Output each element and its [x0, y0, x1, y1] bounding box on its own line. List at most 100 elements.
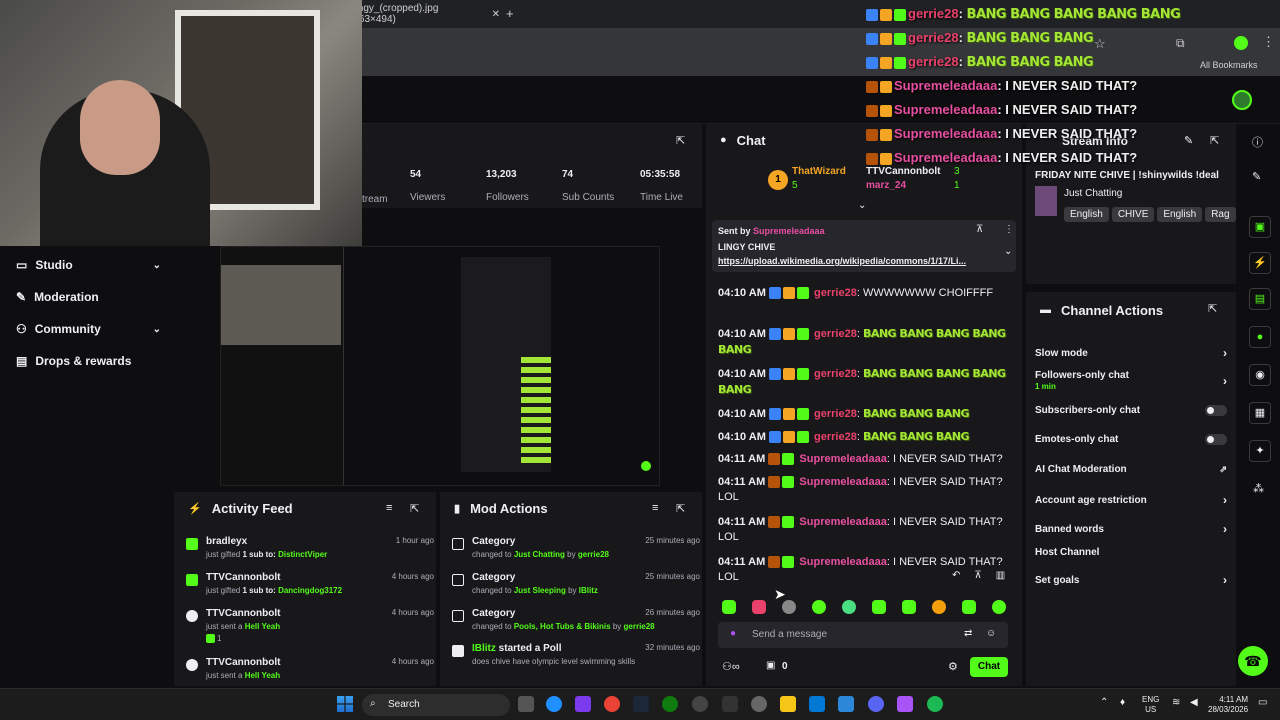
volume-icon[interactable]: ◀ [1190, 697, 1198, 708]
layout-icon[interactable]: ▦ [1249, 402, 1271, 424]
leader-name[interactable]: ThatWizard [792, 166, 846, 177]
wifi-icon[interactable]: ≋ [1172, 697, 1180, 708]
emote-icon[interactable] [752, 600, 766, 614]
banned-words-row[interactable]: Banned words › [1035, 522, 1227, 536]
mic-icon[interactable]: ● [730, 628, 736, 639]
subscribers-only-toggle[interactable] [1205, 405, 1227, 416]
tag[interactable]: CHIVE [1111, 207, 1155, 222]
xbox-icon[interactable] [662, 696, 678, 712]
edit-icon[interactable]: ✎ [1252, 170, 1261, 183]
taskbar-search[interactable]: ⌕ Search [362, 694, 510, 716]
pin-icon[interactable]: ⊼ [974, 570, 981, 581]
expand-icon[interactable]: ⇱ [410, 502, 419, 515]
chat-send-button[interactable]: Chat [970, 657, 1008, 677]
emote-icon[interactable] [872, 600, 886, 614]
edge-icon[interactable] [546, 696, 562, 712]
discord-icon[interactable] [868, 696, 884, 712]
reply-icon[interactable]: ↶ [952, 570, 960, 581]
set-goals-row[interactable]: Set goals › [1035, 573, 1227, 587]
emote-icon[interactable] [962, 600, 976, 614]
users-icon[interactable]: ⚇∞ [722, 660, 740, 673]
app-icon[interactable] [838, 696, 854, 712]
mod-target[interactable]: Pools, Hot Tubs & Bikinis [514, 622, 611, 631]
tag[interactable]: English [1157, 207, 1203, 222]
emote-icon[interactable] [932, 600, 946, 614]
filter-icon[interactable]: ≡ [652, 502, 658, 514]
store-icon[interactable] [809, 696, 825, 712]
spotify-icon[interactable] [927, 696, 943, 712]
lightning-icon[interactable]: ⚡ [1249, 252, 1271, 274]
stream-preview[interactable] [220, 246, 660, 486]
mod-target[interactable]: Just Sleeping [514, 586, 566, 595]
emoji-icon[interactable]: ☺ [986, 628, 996, 639]
expand-icon[interactable]: ⇱ [676, 134, 685, 147]
chrome-icon[interactable] [604, 696, 620, 712]
msg-user[interactable]: gerrie28 [814, 287, 857, 299]
broadcast-icon[interactable]: ◉ [1249, 364, 1271, 386]
emote-icon[interactable] [812, 600, 826, 614]
stream-category[interactable]: Just Chatting [1064, 188, 1122, 199]
emote-icon[interactable] [842, 600, 856, 614]
pinned-link[interactable]: https://upload.wikimedia.org/wikipedia/c… [718, 256, 966, 266]
avatar[interactable] [1232, 90, 1252, 110]
settings-icon[interactable]: ⚙ [948, 660, 958, 673]
delete-icon[interactable]: ▥ [996, 570, 1005, 581]
emote-icon[interactable] [722, 600, 736, 614]
windows-start-icon[interactable] [337, 696, 353, 712]
new-tab-icon[interactable]: + [506, 6, 514, 21]
feed-target[interactable]: Dancingdog3172 [278, 586, 342, 595]
expand-icon[interactable]: ⇱ [676, 502, 685, 515]
menu-icon[interactable]: ⋮ [1262, 34, 1275, 50]
clipboard-icon[interactable]: ▤ [1249, 288, 1271, 310]
frame-icon[interactable]: ▣ [1249, 216, 1271, 238]
msg-user[interactable]: gerrie28 [814, 408, 857, 420]
expand-icon[interactable]: ⇱ [1208, 302, 1217, 315]
host-channel-row[interactable]: Host Channel [1035, 547, 1227, 558]
folder-icon[interactable] [780, 696, 796, 712]
msg-user[interactable]: Supremeleadaaa [799, 453, 886, 465]
chevron-down-icon[interactable]: ⌄ [1004, 246, 1012, 257]
sidebar-item-drops[interactable]: ▤ Drops & rewards [16, 354, 161, 368]
sidebar-item-moderation[interactable]: ✎ Moderation [16, 290, 161, 304]
sidebar-item-studio[interactable]: ▭ Studio ⌄ [16, 258, 161, 272]
msg-user[interactable]: Supremeleadaaa [799, 516, 886, 528]
mod-user[interactable]: IBlitz [579, 586, 598, 595]
language-indicator[interactable]: ENG US [1142, 695, 1159, 715]
tag[interactable]: English [1064, 207, 1109, 222]
gifter-name[interactable]: marz_24 [866, 180, 906, 191]
app-icon[interactable] [897, 696, 913, 712]
tag[interactable]: Rag [1205, 207, 1236, 222]
sidebar-item-community[interactable]: ⚇ Community ⌄ [16, 322, 161, 336]
ai-moderation-row[interactable]: AI Chat Moderation ⇗ [1035, 464, 1227, 475]
expand-icon[interactable]: ⇱ [1210, 134, 1219, 147]
wrench-icon[interactable]: ✦ [1249, 440, 1271, 462]
apps-icon[interactable]: ⁂ [1253, 482, 1264, 495]
more-icon[interactable]: ⋮ [1004, 224, 1014, 235]
mod-user[interactable]: gerrie28 [624, 622, 655, 631]
close-icon[interactable]: ✕ [492, 9, 500, 20]
epic-icon[interactable] [722, 696, 738, 712]
info-icon[interactable]: ⓘ [1252, 134, 1263, 150]
chevron-up-icon[interactable]: ⌃ [1100, 697, 1108, 708]
chevron-down-icon[interactable]: ⌄ [858, 200, 866, 211]
app-icon[interactable] [692, 696, 708, 712]
support-icon[interactable]: ☎ [1238, 646, 1268, 676]
translate-icon[interactable]: ⇄ [964, 628, 972, 639]
feed-target[interactable]: Hell Yeah [245, 622, 280, 631]
msg-user[interactable]: gerrie28 [814, 368, 857, 380]
mod-user[interactable]: gerrie28 [578, 550, 609, 559]
notification-icon[interactable]: ▭ [1258, 697, 1267, 708]
msg-user[interactable]: Supremeleadaaa [799, 476, 886, 488]
clock[interactable]: 4:11 AM 28/03/2026 [1208, 695, 1248, 715]
emotes-only-toggle[interactable] [1205, 434, 1227, 445]
browser-tab[interactable]: Lingy_(cropped).jpg (363×494) ✕ [350, 3, 500, 25]
profile-icon[interactable] [1234, 36, 1248, 50]
msg-user[interactable]: gerrie28 [814, 328, 857, 340]
emote-icon[interactable] [902, 600, 916, 614]
emote-icon[interactable] [992, 600, 1006, 614]
mic-icon[interactable]: ♦ [1120, 697, 1125, 708]
mod-target[interactable]: Just Chatting [514, 550, 565, 559]
msg-user[interactable]: Supremeleadaaa [799, 556, 886, 568]
feed-target[interactable]: Hell Yeah [245, 671, 280, 680]
chat-icon[interactable]: ● [1249, 326, 1271, 348]
